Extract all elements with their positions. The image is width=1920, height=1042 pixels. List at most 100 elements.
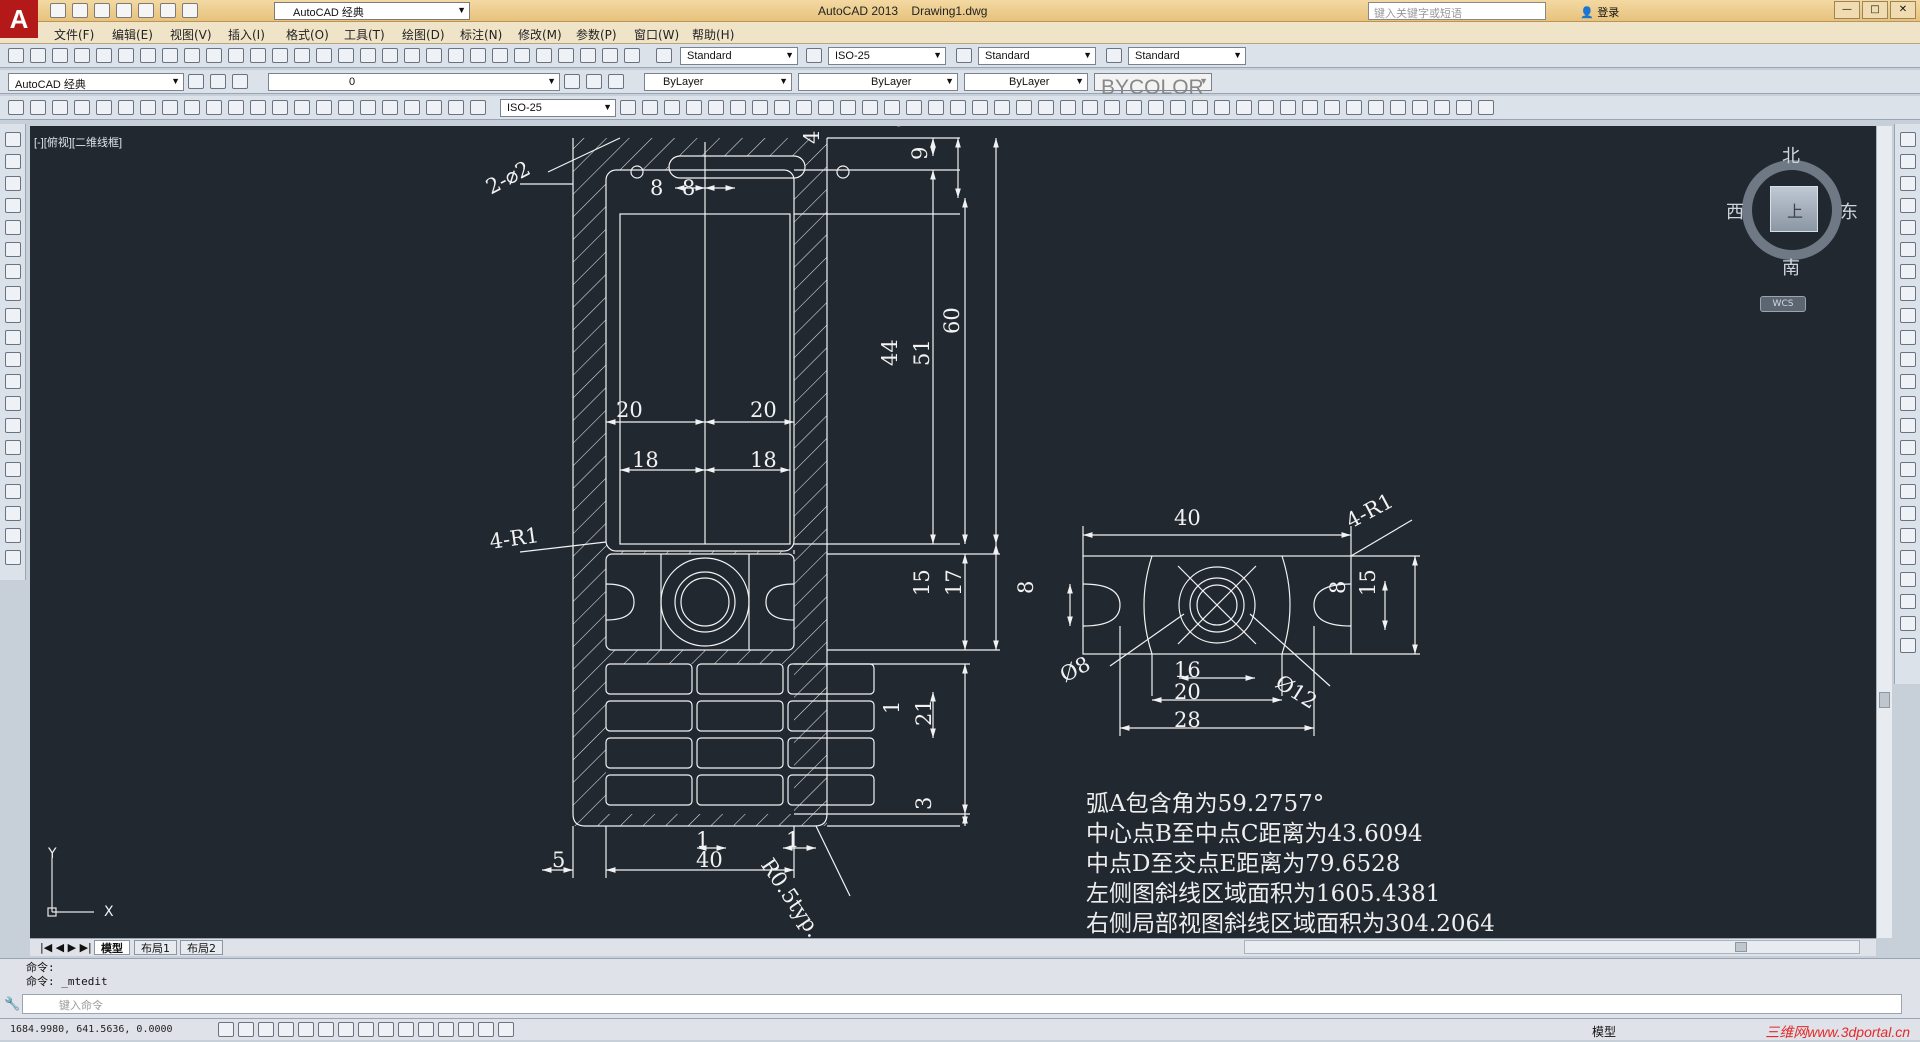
dim-tool-icon-28[interactable] — [752, 100, 768, 115]
dim-tool-icon-41[interactable] — [1038, 100, 1054, 115]
dim-tool-icon-19[interactable] — [426, 100, 442, 115]
standard-tool-icon-4[interactable] — [96, 48, 112, 63]
dim-tool-icon-34[interactable] — [884, 100, 900, 115]
standard-tool-icon-13[interactable] — [294, 48, 310, 63]
menu-item-9[interactable]: 参数(P) — [576, 26, 617, 43]
dim-tool-icon-57[interactable] — [1390, 100, 1406, 115]
dim-tool-icon-21[interactable] — [470, 100, 486, 115]
status-toggle-icon-10[interactable] — [418, 1022, 434, 1037]
draw-tool-icon-19[interactable] — [5, 550, 21, 565]
standard-tool-icon-19[interactable] — [426, 48, 442, 63]
compass-east[interactable]: 东 — [1840, 198, 1858, 224]
workspace-select-2[interactable]: AutoCAD 经典 ▼ — [8, 73, 184, 91]
menu-item-5[interactable]: 工具(T) — [344, 26, 385, 43]
dim-tool-icon-54[interactable] — [1324, 100, 1340, 115]
menu-item-1[interactable]: 编辑(E) — [112, 26, 153, 43]
modify-tool-icon-8[interactable] — [1900, 308, 1916, 323]
dim-tool-icon-16[interactable] — [360, 100, 376, 115]
dim-tool-icon-38[interactable] — [972, 100, 988, 115]
status-toggle-icon-1[interactable] — [238, 1022, 254, 1037]
dim-tool-icon-43[interactable] — [1082, 100, 1098, 115]
dim-tool-icon-45[interactable] — [1126, 100, 1142, 115]
menu-item-3[interactable]: 插入(I) — [228, 26, 265, 43]
dim-tool-icon-25[interactable] — [686, 100, 702, 115]
standard-tool-icon-23[interactable] — [514, 48, 530, 63]
dim-tool-icon-40[interactable] — [1016, 100, 1032, 115]
modify-tool-icon-22[interactable] — [1900, 616, 1916, 631]
standard-tool-icon-12[interactable] — [272, 48, 288, 63]
layer-tool-icon-2[interactable] — [232, 74, 248, 89]
coordinate-readout[interactable]: 1684.9980, 641.5636, 0.0000 — [10, 1024, 173, 1035]
layer-tool-icon-4[interactable] — [586, 74, 602, 89]
layer-select[interactable]: 0 ▼ — [268, 73, 560, 91]
tab-nav-arrows[interactable]: |◀ ◀ ▶ ▶| — [34, 940, 98, 955]
dim-tool-icon-52[interactable] — [1280, 100, 1296, 115]
modify-tool-icon-20[interactable] — [1900, 572, 1916, 587]
draw-tool-icon-3[interactable] — [5, 198, 21, 213]
draw-tool-icon-4[interactable] — [5, 220, 21, 235]
menu-item-10[interactable]: 窗口(W) — [634, 26, 679, 43]
workspace-select[interactable]: AutoCAD 经典 ▼ — [274, 2, 470, 20]
standard-tool-icon-21[interactable] — [470, 48, 486, 63]
compass-north[interactable]: 北 — [1782, 142, 1800, 168]
standard-tool-icon-17[interactable] — [382, 48, 398, 63]
maximize-icon[interactable]: □ — [1862, 1, 1888, 19]
standard-tool-icon-24[interactable] — [536, 48, 552, 63]
wcs-menu[interactable]: WCS — [1760, 296, 1806, 312]
draw-tool-icon-15[interactable] — [5, 462, 21, 477]
dim-tool-icon-22[interactable] — [620, 100, 636, 115]
dim-tool-icon-10[interactable] — [228, 100, 244, 115]
status-toggle-icon-14[interactable] — [498, 1022, 514, 1037]
dim-tool-icon-12[interactable] — [272, 100, 288, 115]
draw-tool-icon-16[interactable] — [5, 484, 21, 499]
dim-tool-icon-44[interactable] — [1104, 100, 1120, 115]
plot-icon[interactable] — [138, 3, 154, 18]
draw-tool-icon-11[interactable] — [5, 374, 21, 389]
dim-tool-icon-42[interactable] — [1060, 100, 1076, 115]
draw-tool-icon-14[interactable] — [5, 440, 21, 455]
dim-tool-icon-51[interactable] — [1258, 100, 1274, 115]
status-toggle-icon-9[interactable] — [398, 1022, 414, 1037]
dim-tool-icon-39[interactable] — [994, 100, 1010, 115]
dim-tool-icon-1[interactable] — [30, 100, 46, 115]
dim-tool-icon-48[interactable] — [1192, 100, 1208, 115]
standard-tool-icon-3[interactable] — [74, 48, 90, 63]
open-icon[interactable] — [72, 3, 88, 18]
standard-tool-icon-7[interactable] — [162, 48, 178, 63]
modify-tool-icon-18[interactable] — [1900, 528, 1916, 543]
tab-layout2[interactable]: 布局2 — [180, 940, 223, 955]
modify-tool-icon-1[interactable] — [1900, 154, 1916, 169]
standard-tool-icon-26[interactable] — [580, 48, 596, 63]
status-toggle-icon-7[interactable] — [358, 1022, 374, 1037]
status-toggle-icon-13[interactable] — [478, 1022, 494, 1037]
viewcube[interactable]: 北 南 西 东 上 — [1726, 146, 1858, 279]
horizontal-scrollbar[interactable] — [1244, 940, 1860, 954]
compass-west[interactable]: 西 — [1726, 198, 1744, 224]
draw-tool-icon-8[interactable] — [5, 308, 21, 323]
dim-tool-icon-5[interactable] — [118, 100, 134, 115]
menu-item-7[interactable]: 标注(N) — [460, 26, 502, 43]
draw-tool-icon-10[interactable] — [5, 352, 21, 367]
standard-tool-icon-18[interactable] — [404, 48, 420, 63]
standard-tool-icon-31[interactable] — [956, 48, 972, 63]
draw-tool-icon-0[interactable] — [5, 132, 21, 147]
dim-tool-icon-2[interactable] — [52, 100, 68, 115]
viewcube-top-label[interactable]: 上 — [1787, 198, 1803, 222]
dim-style-select-2[interactable]: ISO-25 ▼ — [500, 99, 616, 117]
modify-tool-icon-4[interactable] — [1900, 220, 1916, 235]
modify-tool-icon-7[interactable] — [1900, 286, 1916, 301]
dim-tool-icon-32[interactable] — [840, 100, 856, 115]
standard-tool-icon-20[interactable] — [448, 48, 464, 63]
close-icon[interactable]: ✕ — [1890, 1, 1916, 19]
lineweight-select[interactable]: ByLayer ▼ — [964, 73, 1088, 91]
dim-tool-icon-27[interactable] — [730, 100, 746, 115]
save-icon[interactable] — [94, 3, 110, 18]
dim-tool-icon-7[interactable] — [162, 100, 178, 115]
draw-tool-icon-2[interactable] — [5, 176, 21, 191]
standard-tool-icon-5[interactable] — [118, 48, 134, 63]
dim-style-select[interactable]: ISO-25 ▼ — [828, 47, 946, 65]
standard-tool-icon-25[interactable] — [558, 48, 574, 63]
dim-tool-icon-30[interactable] — [796, 100, 812, 115]
dim-tool-icon-17[interactable] — [382, 100, 398, 115]
text-style-select[interactable]: Standard ▼ — [680, 47, 798, 65]
